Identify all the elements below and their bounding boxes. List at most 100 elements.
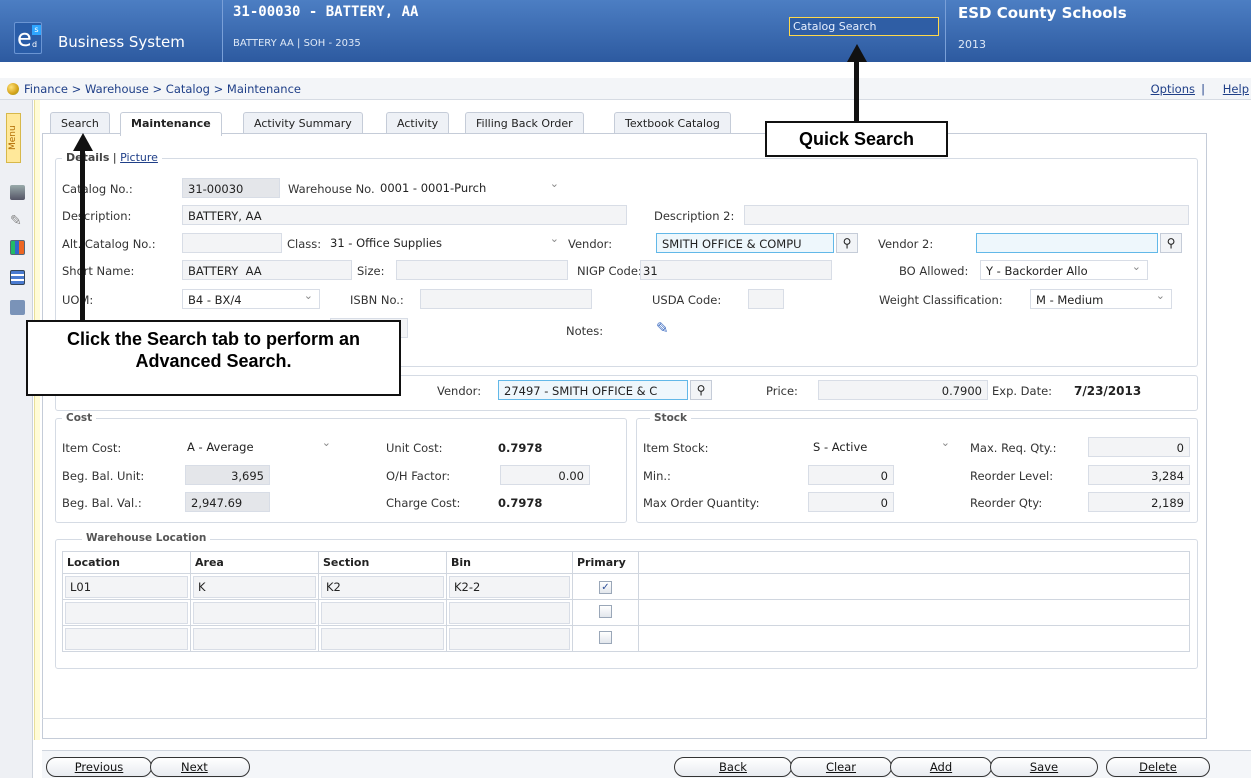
subtab-picture[interactable]: Picture <box>120 151 158 164</box>
tab-maintenance[interactable]: Maintenance <box>120 112 222 136</box>
cost-title: Cost <box>62 412 97 424</box>
quick-search-input[interactable]: Catalog Search <box>789 17 939 36</box>
tab-activity-summary[interactable]: Activity Summary <box>243 112 363 134</box>
options-link[interactable]: Options <box>1151 82 1195 96</box>
description-field[interactable]: BATTERY, AA <box>182 205 627 225</box>
location-cell[interactable] <box>65 627 188 650</box>
usda-field[interactable] <box>748 289 784 309</box>
delete-button[interactable]: Delete <box>1106 757 1210 777</box>
column-header-filler <box>638 551 1190 574</box>
column-header-primary[interactable]: Primary <box>572 551 639 574</box>
search-tab-arrow <box>80 148 85 320</box>
section-cell[interactable]: K2 <box>321 575 444 598</box>
area-cell[interactable]: K <box>193 575 316 598</box>
export-icon[interactable] <box>10 300 25 315</box>
table-cell[interactable] <box>446 599 573 626</box>
uom-select[interactable]: B4 - BX/4 <box>182 289 320 309</box>
back-button[interactable]: Back <box>674 757 792 777</box>
pricing-vendor-field[interactable]: 27497 - SMITH OFFICE & C <box>498 380 688 400</box>
table-cell[interactable] <box>190 599 319 626</box>
price-field[interactable]: 0.7900 <box>818 380 988 400</box>
add-button[interactable]: Add <box>890 757 992 777</box>
record-subtitle: BATTERY AA | SOH - 2035 <box>233 38 361 49</box>
vendor2-field[interactable] <box>976 233 1158 253</box>
primary-checkbox[interactable] <box>599 604 612 618</box>
bin-cell[interactable]: K2-2 <box>449 575 570 598</box>
tab-filling-back-order[interactable]: Filling Back Order <box>465 112 584 134</box>
bin-cell[interactable] <box>449 601 570 624</box>
beg-unit-field[interactable]: 3,695 <box>185 465 270 485</box>
breadcrumb[interactable]: Finance > Warehouse > Catalog > Maintena… <box>24 82 301 96</box>
table-cell[interactable]: K2 <box>318 573 447 600</box>
table-cell[interactable] <box>446 625 573 652</box>
menu-tab[interactable]: Menu <box>6 113 21 163</box>
nigp-field[interactable]: 31 <box>640 260 832 280</box>
column-header-section[interactable]: Section <box>318 551 447 574</box>
short-name-field[interactable]: BATTERY AA <box>182 260 352 280</box>
column-header-area[interactable]: Area <box>190 551 319 574</box>
class-value: 31 - Office Supplies <box>330 236 442 250</box>
table-cell[interactable]: L01 <box>62 573 191 600</box>
area-cell[interactable] <box>193 627 316 650</box>
column-header-location[interactable]: Location <box>62 551 191 574</box>
vendor2-search-icon[interactable]: ⚲ <box>1160 233 1182 253</box>
table-cell[interactable] <box>572 625 639 652</box>
subtab-details[interactable]: Details <box>66 151 109 164</box>
table-cell[interactable] <box>318 625 447 652</box>
tab-textbook-catalog[interactable]: Textbook Catalog <box>614 112 731 134</box>
clear-button[interactable]: Clear <box>790 757 892 777</box>
paperclip-icon[interactable]: ✎ <box>10 214 25 229</box>
next-button[interactable]: Next <box>150 757 250 777</box>
max-req-field[interactable]: 0 <box>1088 437 1190 457</box>
save-button[interactable]: Save <box>990 757 1098 777</box>
chart-icon[interactable] <box>10 240 25 255</box>
table-cell[interactable]: K <box>190 573 319 600</box>
help-link[interactable]: Help <box>1223 82 1249 96</box>
tab-search[interactable]: Search <box>50 112 110 134</box>
tab-activity[interactable]: Activity <box>386 112 450 134</box>
item-stock-select[interactable]: S - Active <box>808 437 956 457</box>
primary-checkbox[interactable] <box>599 630 612 644</box>
table-cell[interactable] <box>572 599 639 626</box>
table-cell[interactable]: ✓ <box>572 573 639 600</box>
isbn-field[interactable] <box>420 289 592 309</box>
bo-allowed-select[interactable]: Y - Backorder Allo <box>980 260 1148 280</box>
table-cell[interactable] <box>318 599 447 626</box>
report-icon[interactable] <box>10 270 25 285</box>
location-cell[interactable]: L01 <box>65 575 188 598</box>
column-header-bin[interactable]: Bin <box>446 551 573 574</box>
table-cell[interactable] <box>62 599 191 626</box>
pricing-vendor-search-icon[interactable]: ⚲ <box>690 380 712 400</box>
class-select[interactable]: 31 - Office Supplies <box>325 233 565 253</box>
table-cell <box>638 599 1190 626</box>
printer-icon[interactable] <box>10 185 25 200</box>
previous-button[interactable]: Previous <box>46 757 152 777</box>
primary-checkbox[interactable]: ✓ <box>599 581 612 594</box>
size-field[interactable] <box>396 260 568 280</box>
reorder-level-field[interactable]: 3,284 <box>1088 465 1190 485</box>
notes-edit-icon[interactable]: ✎ <box>656 320 674 338</box>
search-tab-arrowhead-icon <box>73 133 93 151</box>
reorder-qty-field[interactable]: 2,189 <box>1088 492 1190 512</box>
table-cell[interactable] <box>190 625 319 652</box>
table-cell[interactable] <box>62 625 191 652</box>
vendor-field[interactable]: SMITH OFFICE & COMPU <box>656 233 834 253</box>
min-field[interactable]: 0 <box>808 465 894 485</box>
alt-catalog-field[interactable] <box>182 233 282 253</box>
location-cell[interactable] <box>65 601 188 624</box>
section-cell[interactable] <box>321 627 444 650</box>
bin-cell[interactable] <box>449 627 570 650</box>
table-cell[interactable]: K2-2 <box>446 573 573 600</box>
description2-field[interactable] <box>744 205 1189 225</box>
oh-factor-field[interactable]: 0.00 <box>500 465 590 485</box>
item-cost-select[interactable]: A - Average <box>182 437 337 457</box>
area-cell[interactable] <box>193 601 316 624</box>
section-cell[interactable] <box>321 601 444 624</box>
alt-catalog-label: Alt. Catalog No.: <box>62 237 156 251</box>
beg-val-field[interactable]: 2,947.69 <box>185 492 270 512</box>
weight-select[interactable]: M - Medium <box>1030 289 1172 309</box>
catalog-no-field[interactable]: 31-00030 <box>182 178 280 198</box>
warehouse-no-select[interactable]: 0001 - 0001-Purch <box>375 178 565 198</box>
vendor-search-icon[interactable]: ⚲ <box>836 233 858 253</box>
max-order-field[interactable]: 0 <box>808 492 894 512</box>
